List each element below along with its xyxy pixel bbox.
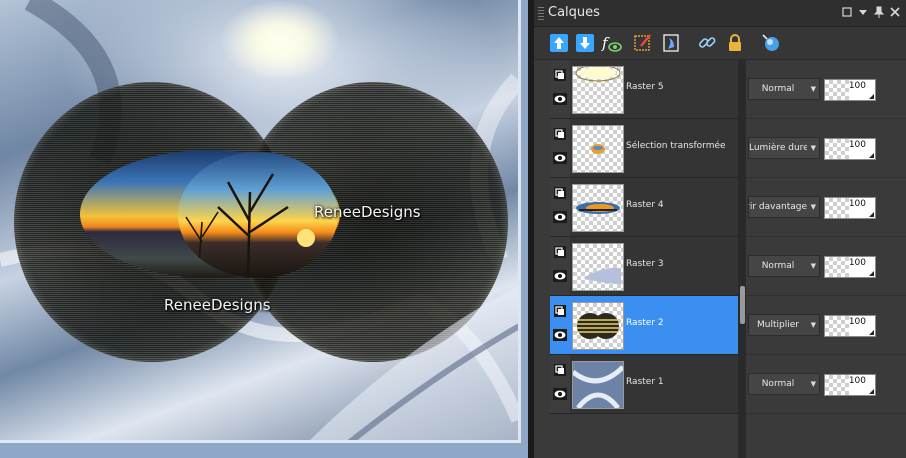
layer-props-raster-2: Multiplier ▼ 100 (746, 296, 906, 355)
opacity-field[interactable]: 100 (824, 256, 876, 278)
layer-name: Raster 2 (626, 318, 664, 328)
chevron-down-icon: ▼ (810, 144, 816, 152)
chevron-down-icon: ▼ (810, 262, 816, 270)
layer-row-raster-3[interactable]: Raster 3 (550, 237, 738, 296)
layer-row-raster-4[interactable]: Raster 4 (550, 178, 738, 237)
new-raster-layer-icon[interactable] (548, 32, 570, 54)
layer-group-icon[interactable] (553, 186, 567, 200)
mixer-icon[interactable] (760, 32, 782, 54)
layer-group-icon[interactable] (553, 68, 567, 82)
layer-row-raster-2[interactable]: Raster 2 (550, 296, 738, 355)
layer-list-scrollbar[interactable] (738, 60, 746, 458)
chevron-down-icon: ▼ (810, 380, 816, 388)
layer-props-raster-5: Normal ▼ 100 (746, 60, 906, 119)
drag-grip-icon[interactable] (538, 7, 544, 20)
blend-mode-select[interactable]: Lumière dure ▼ (748, 137, 820, 159)
layer-list: Raster 5 Sélection transformée Raster 4 (550, 60, 738, 416)
visibility-eye-icon[interactable] (553, 270, 567, 282)
layer-props-selection-transformee: Lumière dure ▼ 100 (746, 119, 906, 178)
layer-row-icons (550, 178, 570, 236)
watermark-text-left: ReneeDesigns (164, 296, 271, 314)
visibility-eye-icon[interactable] (553, 329, 567, 341)
layer-props-raster-1: Normal ▼ 100 (746, 355, 906, 414)
chevron-down-icon: ▼ (810, 85, 816, 93)
layer-name: Raster 1 (626, 377, 664, 387)
layer-thumbnail (572, 184, 624, 232)
blend-mode-select[interactable]: Assombrir davantage▼ (748, 196, 820, 218)
layer-group-icon[interactable] (553, 127, 567, 141)
blend-mode-select[interactable]: Normal ▼ (748, 373, 820, 395)
scrollbar-thumb[interactable] (740, 286, 745, 324)
layer-row-icons (550, 60, 570, 118)
opacity-field[interactable]: 100 (824, 374, 876, 396)
visibility-eye-icon[interactable] (553, 388, 567, 400)
visibility-eye-icon[interactable] (553, 211, 567, 223)
layer-thumbnail (572, 125, 624, 173)
blend-mode-select[interactable]: Normal ▼ (748, 255, 820, 277)
effects-layer-icon[interactable]: f (600, 32, 622, 54)
layer-properties: Normal▼ 100 Lumière dure▼ 100 Assombrir … (746, 60, 906, 416)
layer-thumbnail (572, 302, 624, 350)
layer-group-icon[interactable] (553, 363, 567, 377)
layer-row-icons (550, 237, 570, 295)
layer-row-raster-1[interactable]: Raster 1 (550, 355, 738, 414)
svg-text:f: f (601, 34, 610, 52)
layer-props-raster-3: Normal ▼ 100 (746, 237, 906, 296)
new-vector-layer-icon[interactable] (574, 32, 596, 54)
pin-icon[interactable] (872, 5, 886, 19)
blend-mode-select[interactable]: Multiplier ▼ (748, 314, 820, 336)
mask-layer-icon[interactable] (660, 32, 682, 54)
opacity-field[interactable]: 100 (824, 79, 876, 101)
chevron-down-icon: ▼ (810, 203, 816, 211)
blend-mode-select[interactable]: Normal ▼ (748, 78, 820, 100)
reflection-wave (310, 286, 518, 440)
panel-titlebar[interactable]: Calques (534, 0, 906, 27)
link-icon[interactable] (696, 32, 718, 54)
layer-thumbnail (572, 243, 624, 291)
image-canvas-pane[interactable]: ReneeDesigns ReneeDesigns (0, 0, 528, 458)
layer-name: Raster 5 (626, 82, 664, 92)
layer-name: Raster 4 (626, 200, 664, 210)
layers-panel: Calques f Raster 5 Sélection transformée… (534, 0, 906, 458)
opacity-field[interactable]: 100 (824, 197, 876, 219)
visibility-eye-icon[interactable] (553, 152, 567, 164)
layer-group-icon[interactable] (553, 304, 567, 318)
panel-title: Calques (548, 5, 600, 20)
visibility-eye-icon[interactable] (553, 93, 567, 105)
watermark-text-right: ReneeDesigns (314, 203, 421, 221)
opacity-field[interactable]: 100 (824, 315, 876, 337)
layer-row-icons (550, 355, 570, 413)
close-icon[interactable] (888, 5, 902, 19)
opacity-field[interactable]: 100 (824, 138, 876, 160)
layer-row-raster-5[interactable]: Raster 5 (550, 60, 738, 119)
chevron-down-icon: ▼ (810, 321, 816, 329)
lock-icon[interactable] (724, 32, 746, 54)
layer-thumbnail (572, 66, 624, 114)
layer-row-selection-transformee[interactable]: Sélection transformée (550, 119, 738, 178)
layer-props-raster-4: Assombrir davantage▼ 100 (746, 178, 906, 237)
layer-row-icons (550, 119, 570, 177)
layer-row-icons (550, 296, 570, 354)
restore-icon[interactable] (840, 5, 854, 19)
layer-name: Raster 3 (626, 259, 664, 269)
layers-toolbar: f (534, 27, 906, 60)
layer-group-icon[interactable] (553, 245, 567, 259)
brush-layer-icon[interactable] (632, 32, 654, 54)
dropdown-icon[interactable] (856, 5, 870, 19)
image-canvas[interactable]: ReneeDesigns ReneeDesigns (0, 0, 521, 443)
layer-name: Sélection transformée (626, 141, 726, 151)
layer-thumbnail (572, 361, 624, 409)
